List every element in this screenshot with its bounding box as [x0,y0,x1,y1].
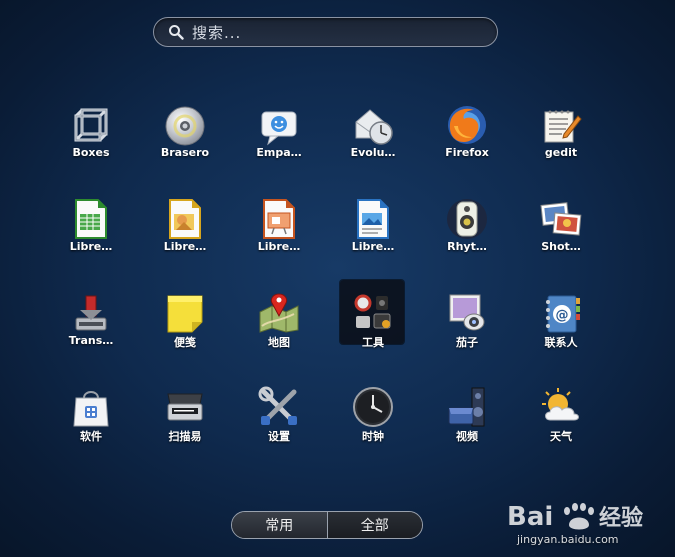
watermark-graphic: Bai 经验 [507,502,643,532]
app-label: gedit [544,146,578,159]
app-label: 设置 [268,430,290,443]
app-maps[interactable]: 地图 [232,286,326,380]
app-label: Libre… [69,240,113,253]
empathy-chat-icon [261,111,297,146]
app-sticky-notes[interactable]: 便笺 [138,286,232,380]
app-weather[interactable]: 天气 [514,380,608,474]
libreoffice-impress-icon [263,199,295,239]
libreoffice-calc-icon [75,199,107,239]
search-bar[interactable] [153,17,498,47]
app-transmission[interactable]: Trans… [44,286,138,380]
all-tab-button[interactable]: 全部 [326,512,422,538]
app-libreoffice-impress[interactable]: Libre… [232,192,326,286]
libreoffice-draw-icon [169,199,201,239]
app-label: 联系人 [544,336,578,349]
maps-icon [259,293,299,333]
app-utilities-folder[interactable]: 工具 [326,280,420,380]
app-label: Libre… [351,240,395,253]
app-label: Brasero [160,146,210,159]
app-label: 扫描易 [168,430,202,443]
boxes-icon [74,108,108,142]
app-scanner[interactable]: 扫描易 [138,380,232,474]
evolution-mail-icon [355,109,393,145]
app-software[interactable]: 软件 [44,380,138,474]
app-brasero[interactable]: Brasero [138,98,232,192]
app-label: Empa… [256,146,302,159]
app-shotwell[interactable]: Shot… [514,192,608,286]
app-libreoffice-draw[interactable]: Libre… [138,192,232,286]
shotwell-photos-icon [540,202,582,236]
app-boxes[interactable]: Boxes [44,98,138,192]
app-libreoffice-calc[interactable]: Libre… [44,192,138,286]
frequent-tab-button[interactable]: 常用 [232,512,327,538]
videos-icon [448,387,485,427]
contacts-icon: @ [546,295,580,333]
app-firefox[interactable]: Firefox [420,98,514,192]
app-label: Shot… [541,240,581,253]
baidu-watermark: Bai 经验 jingyan.baidu.com [507,495,667,553]
app-settings[interactable]: 设置 [232,380,326,474]
app-label: Evolu… [350,146,396,159]
search-icon [169,25,184,40]
app-rhythmbox[interactable]: Rhyt… [420,192,514,286]
app-label: Firefox [445,146,489,159]
utilities-folder-icon [354,294,391,329]
app-label: 便笺 [174,336,196,349]
app-label: Trans… [68,334,114,347]
software-bag-icon [73,391,109,427]
app-label: 时钟 [362,430,384,443]
svg-text:Bai: Bai [507,502,553,532]
app-label: Rhyt… [447,240,487,253]
app-label: Boxes [72,146,110,159]
app-label: 天气 [550,430,572,443]
app-gedit[interactable]: gedit [514,98,608,192]
gedit-icon [544,110,582,143]
app-grid: Boxes Brasero Empa… Evolu… Firefox gedit… [44,98,608,474]
app-cheese[interactable]: 茄子 [420,286,514,380]
app-empathy[interactable]: Empa… [232,98,326,192]
weather-icon [542,388,579,421]
app-label: 视频 [456,430,478,443]
settings-tools-icon [258,386,297,425]
app-label: Libre… [257,240,301,253]
brasero-disc-icon [165,106,205,146]
search-input[interactable] [190,21,484,45]
libreoffice-writer-icon [357,199,389,239]
rhythmbox-speaker-icon [447,199,487,239]
firefox-icon [448,106,486,144]
svg-text:经验: 经验 [599,505,643,531]
sticky-notes-icon [167,295,203,333]
app-label: 工具 [362,336,384,349]
app-libreoffice-writer[interactable]: Libre… [326,192,420,286]
app-label: 地图 [268,336,290,349]
clock-icon [353,387,393,427]
view-switcher: 常用 全部 [231,511,423,539]
watermark-url: jingyan.baidu.com [517,533,619,546]
app-videos[interactable]: 视频 [420,380,514,474]
app-contacts[interactable]: @ 联系人 [514,286,608,380]
app-label: 茄子 [456,336,478,349]
scanner-icon [167,393,203,421]
app-clock[interactable]: 时钟 [326,380,420,474]
transmission-icon [75,295,107,331]
cheese-webcam-icon [449,294,485,331]
svg-text:@: @ [556,308,569,323]
app-evolution[interactable]: Evolu… [326,98,420,192]
app-label: Libre… [163,240,207,253]
app-label: 软件 [80,430,102,443]
